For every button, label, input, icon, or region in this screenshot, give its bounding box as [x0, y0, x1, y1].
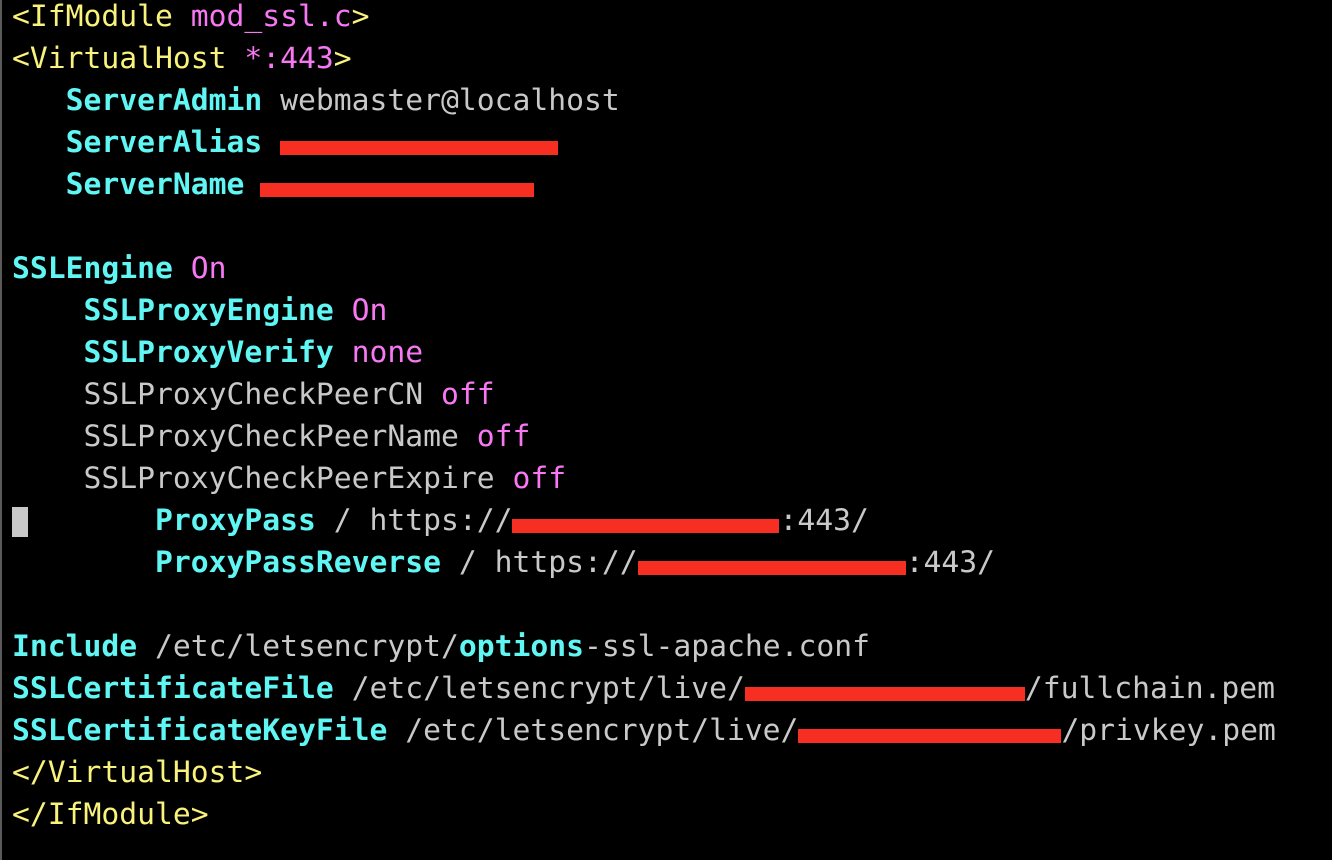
- code-line[interactable]: [12, 206, 1276, 248]
- directive-keyword: SSLCertificateKeyFile: [12, 713, 388, 748]
- code-line[interactable]: SSLProxyCheckPeerName off: [12, 416, 1276, 458]
- code-line[interactable]: Include /etc/letsencrypt/options-ssl-apa…: [12, 626, 1276, 668]
- code-line[interactable]: </VirtualHost>: [12, 752, 1276, 794]
- tag-text: <VirtualHost: [12, 41, 245, 76]
- directive-keyword: SSLEngine: [12, 251, 173, 286]
- vim-editor[interactable]: <IfModule mod_ssl.c> <VirtualHost *:443> …: [12, 0, 1276, 836]
- code-text: / https://: [440, 545, 638, 580]
- code-text: :443/: [779, 503, 869, 538]
- code-text: /etc/letsencrypt/live/: [333, 671, 745, 706]
- code-line[interactable]: SSLCertificateKeyFile /etc/letsencrypt/l…: [12, 710, 1276, 752]
- text-cursor: [12, 507, 28, 537]
- tag-text: >: [333, 41, 352, 76]
- code-line[interactable]: <IfModule mod_ssl.c>: [12, 0, 1276, 38]
- code-text: webmaster@localhost: [262, 83, 620, 118]
- directive-keyword: ServerAdmin: [65, 83, 263, 118]
- code-line[interactable]: <VirtualHost *:443>: [12, 38, 1276, 80]
- directive-value: On: [351, 293, 388, 328]
- code-text: :443/: [905, 545, 995, 580]
- directive-value: off: [476, 419, 531, 454]
- tag-text: >: [351, 0, 370, 34]
- code-text: SSLProxyCheckPeerName: [12, 419, 477, 454]
- directive-keyword: ServerAlias: [65, 125, 263, 160]
- redaction-mark: [280, 140, 559, 155]
- code-text: -ssl-apache.conf: [583, 629, 870, 664]
- code-line[interactable]: </IfModule>: [12, 794, 1276, 836]
- code-line[interactable]: ServerAlias: [12, 122, 1276, 164]
- redaction-mark: [637, 560, 906, 575]
- code-line[interactable]: SSLProxyCheckPeerExpire off: [12, 458, 1276, 500]
- directive-keyword: ProxyPass: [155, 503, 316, 538]
- redaction-mark: [260, 182, 535, 197]
- directive-value: none: [351, 335, 424, 370]
- code-line[interactable]: SSLCertificateFile /etc/letsencrypt/live…: [12, 668, 1276, 710]
- redaction-mark: [744, 686, 1025, 701]
- code-line[interactable]: ServerAdmin webmaster@localhost: [12, 80, 1276, 122]
- directive-value: *:443: [244, 41, 334, 76]
- code-line[interactable]: ProxyPass / https:// :443/: [12, 500, 1276, 542]
- code-line[interactable]: SSLProxyCheckPeerCN off: [12, 374, 1276, 416]
- code-line[interactable]: SSLProxyEngine On: [12, 290, 1276, 332]
- tag-text: </IfModule>: [12, 797, 209, 832]
- code-text: / https://: [315, 503, 513, 538]
- directive-keyword: ServerName: [65, 167, 245, 202]
- code-text: /etc/letsencrypt/: [137, 629, 459, 664]
- directive-value: On: [190, 251, 227, 286]
- directive-keyword: SSLProxyVerify: [83, 335, 334, 370]
- directive-keyword: options: [458, 629, 584, 664]
- redaction-mark: [512, 518, 780, 533]
- code-text: /privkey.pem: [1061, 713, 1276, 748]
- code-text: SSLProxyCheckPeerCN: [12, 377, 441, 412]
- tag-text: <IfModule: [12, 0, 191, 34]
- code-line[interactable]: ServerName: [12, 164, 1276, 206]
- code-line[interactable]: [12, 584, 1276, 626]
- directive-value: off: [512, 461, 567, 496]
- directive-keyword: SSLProxyEngine: [83, 293, 334, 328]
- window-border: [0, 0, 2, 860]
- directive-value: mod_ssl.c: [190, 0, 352, 34]
- directive-keyword: Include: [12, 629, 138, 664]
- tag-text: </VirtualHost>: [12, 755, 263, 790]
- code-line[interactable]: SSLProxyVerify none: [12, 332, 1276, 374]
- directive-keyword: SSLCertificateFile: [12, 671, 334, 706]
- redaction-mark: [798, 728, 1062, 743]
- directive-keyword: ProxyPassReverse: [155, 545, 441, 580]
- code-line[interactable]: SSLEngine On: [12, 248, 1276, 290]
- directive-value: off: [440, 377, 495, 412]
- code-text: SSLProxyCheckPeerExpire: [12, 461, 513, 496]
- code-text: /fullchain.pem: [1024, 671, 1276, 706]
- code-line[interactable]: ProxyPassReverse / https:// :443/: [12, 542, 1276, 584]
- code-text: /etc/letsencrypt/live/: [387, 713, 799, 748]
